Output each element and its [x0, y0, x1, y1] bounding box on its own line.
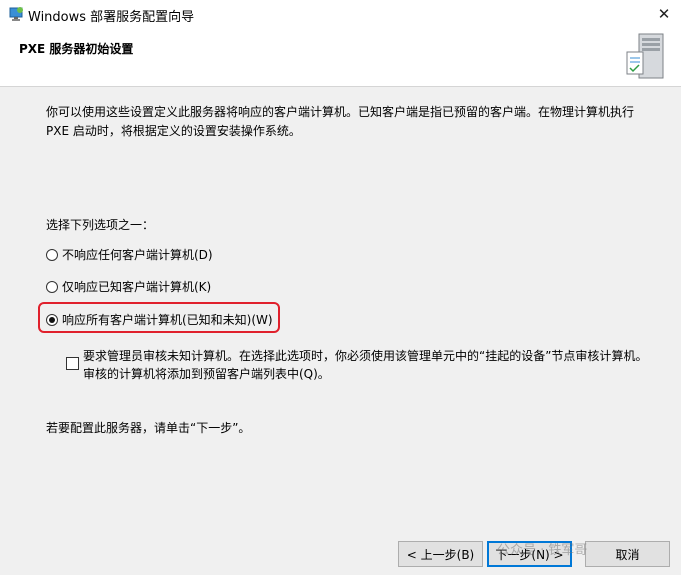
approval-line-1: 要求管理员审核未知计算机。在选择此选项时，你必须使用该管理单元中的“挂起的设备”… [83, 349, 648, 363]
options-prompt: 选择下列选项之一： [46, 218, 155, 232]
back-button[interactable]: < 上一步(B) [398, 541, 483, 567]
option-label: 响应所有客户端计算机(已知和未知)(W) [62, 313, 273, 327]
wizard-header: PXE 服务器初始设置 [0, 28, 681, 87]
intro-line-2: PXE 启动时，将根据定义的设置安装操作系统。 [46, 124, 301, 138]
close-button[interactable]: ✕ [647, 0, 681, 28]
radio-known-only[interactable] [46, 280, 58, 293]
option-no-response[interactable]: 不响应任何客户端计算机(D) [46, 246, 213, 263]
close-icon: ✕ [657, 5, 671, 23]
approval-checkbox[interactable] [66, 357, 79, 370]
cancel-button[interactable]: 取消 [585, 541, 670, 567]
intro-line-1: 你可以使用这些设置定义此服务器将响应的客户端计算机。已知客户端是指已预留的客户端… [46, 105, 635, 119]
option-known-only[interactable]: 仅响应已知客户端计算机(K) [46, 278, 211, 295]
radio-no-response[interactable] [46, 248, 58, 261]
option-label: 不响应任何客户端计算机(D) [62, 248, 213, 262]
page-title: PXE 服务器初始设置 [19, 42, 134, 56]
approval-label: 要求管理员审核未知计算机。在选择此选项时，你必须使用该管理单元中的“挂起的设备”… [83, 347, 653, 383]
server-icon [626, 33, 664, 79]
deployment-wizard-icon [9, 7, 23, 21]
radio-all-clients[interactable] [46, 313, 58, 326]
footer-instruction: 若要配置此服务器，请单击“下一步”。 [46, 421, 251, 435]
watermark: 公众号 · 铁军哥 [497, 543, 588, 558]
window-title: Windows 部署服务配置向导 [28, 10, 195, 25]
approval-line-2: 审核的计算机将添加到预留客户端列表中(Q)。 [83, 367, 330, 381]
title-bar: Windows 部署服务配置向导 ✕ [0, 0, 681, 28]
option-label: 仅响应已知客户端计算机(K) [62, 280, 212, 294]
option-all-clients[interactable]: 响应所有客户端计算机(已知和未知)(W) [46, 311, 273, 328]
intro-text: 你可以使用这些设置定义此服务器将响应的客户端计算机。已知客户端是指已预留的客户端… [46, 103, 646, 141]
